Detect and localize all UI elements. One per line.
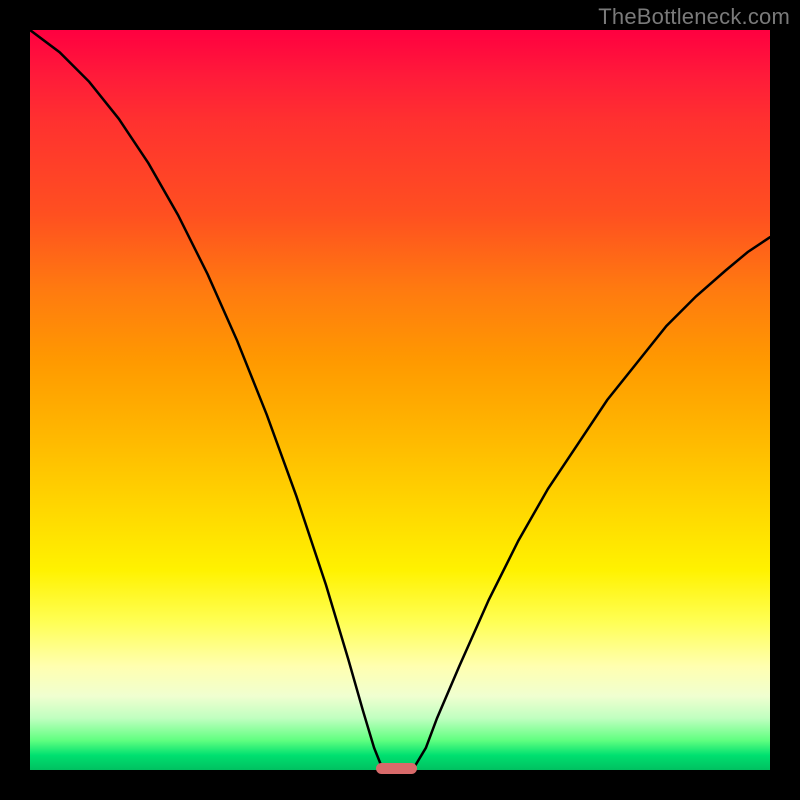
- chart-canvas: TheBottleneck.com: [0, 0, 800, 800]
- curve-layer: [30, 30, 770, 770]
- right-curve: [415, 237, 770, 766]
- minimum-marker: [376, 763, 417, 775]
- watermark-text: TheBottleneck.com: [598, 4, 790, 30]
- plot-area: [30, 30, 770, 770]
- left-curve: [30, 30, 382, 766]
